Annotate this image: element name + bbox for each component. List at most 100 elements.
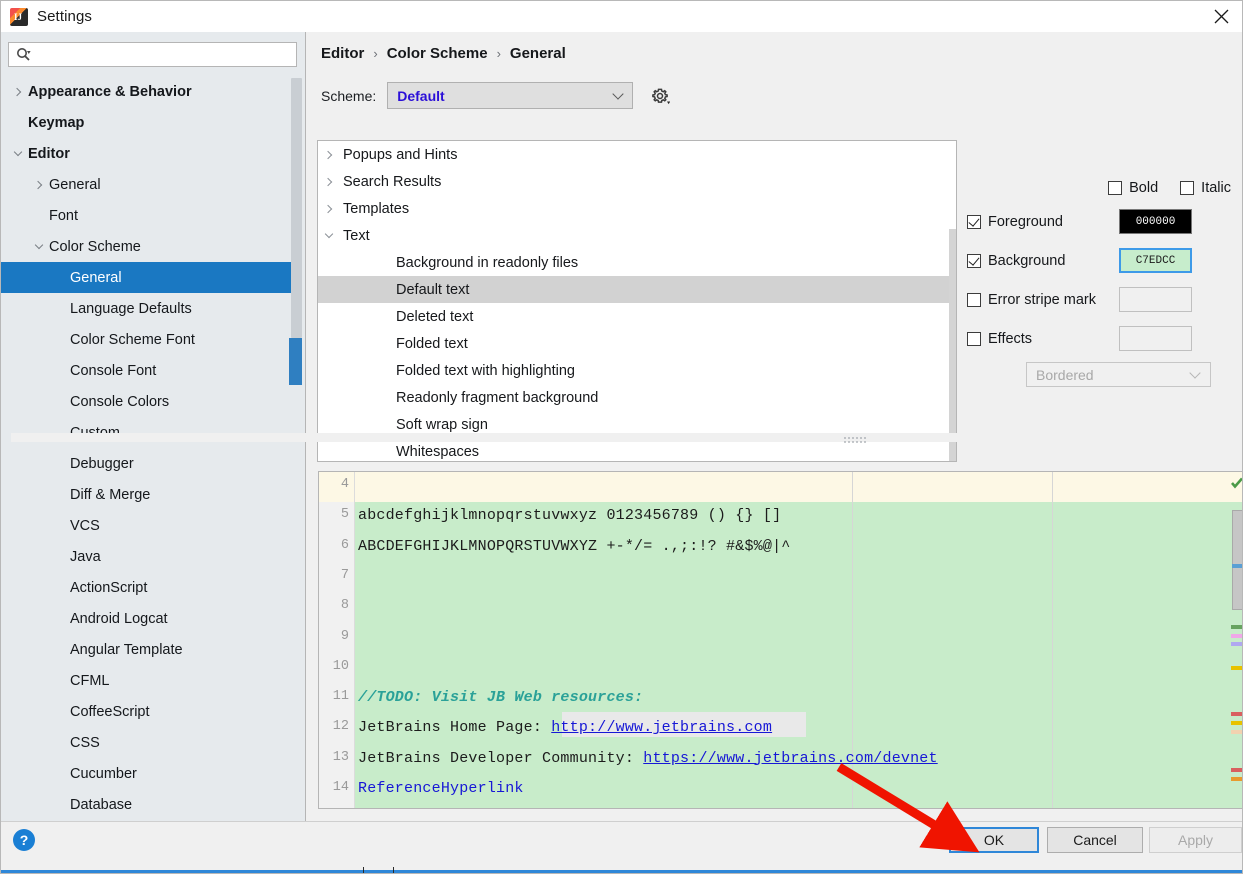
panel-splitter[interactable] (11, 433, 1238, 442)
sidebar-item-color-scheme[interactable]: Color Scheme (1, 231, 296, 262)
background-checkbox[interactable]: Background (967, 253, 1119, 269)
breadcrumb-item[interactable]: Editor (321, 45, 364, 62)
breadcrumb-item[interactable]: General (510, 45, 566, 62)
breadcrumb-item[interactable]: Color Scheme (387, 45, 488, 62)
chevron-right-icon[interactable] (10, 84, 26, 100)
apply-button[interactable]: Apply (1149, 827, 1242, 853)
background-checkbox-box (967, 253, 981, 268)
stripe-marker[interactable] (1231, 625, 1242, 629)
error-stripe-panel[interactable] (1231, 472, 1242, 808)
sidebar-item-appearance-behavior[interactable]: Appearance & Behavior (1, 76, 296, 107)
search-input[interactable] (35, 46, 275, 63)
sidebar-item-general[interactable]: General (1, 169, 296, 200)
ok-button[interactable]: OK (949, 827, 1039, 853)
stripe-marker[interactable] (1231, 768, 1242, 772)
option-label: Deleted text (396, 308, 474, 325)
option-row-text[interactable]: Text (318, 222, 956, 249)
background-color-swatch[interactable]: C7EDCC (1119, 248, 1192, 273)
option-row-search-results[interactable]: Search Results (318, 168, 956, 195)
foreground-checkbox[interactable]: Foreground (967, 214, 1119, 230)
bold-checkbox-box (1108, 181, 1123, 195)
option-row-deleted-text[interactable]: Deleted text (318, 303, 956, 330)
status-tick (393, 867, 394, 873)
sidebar-item-database[interactable]: Database (1, 789, 296, 820)
sidebar-item-vcs[interactable]: VCS (1, 510, 296, 541)
sidebar-scrollbar[interactable] (289, 78, 302, 820)
sidebar-item-font[interactable]: Font (1, 200, 296, 231)
scheme-select[interactable]: Default (387, 82, 634, 109)
effects-type-select[interactable]: Bordered (1026, 362, 1211, 387)
error-stripe-color-swatch[interactable] (1119, 287, 1192, 312)
code-hyperlink[interactable]: http://www.jetbrains.com (551, 719, 772, 736)
effects-checkbox[interactable]: Effects (967, 331, 1119, 347)
gear-icon[interactable] (650, 86, 671, 106)
chevron-down-icon[interactable] (318, 229, 340, 239)
option-label: Search Results (343, 173, 442, 190)
stripe-marker[interactable] (1231, 721, 1242, 725)
sidebar-item-editor[interactable]: Editor (1, 138, 296, 169)
sidebar-item-language-defaults[interactable]: Language Defaults (1, 293, 296, 324)
options-scrollbar-thumb[interactable] (949, 229, 956, 461)
effects-color-swatch[interactable] (1119, 326, 1192, 351)
sidebar-item-actionscript[interactable]: ActionScript (1, 572, 296, 603)
inspections-ok-check-icon[interactable] (1231, 476, 1242, 494)
sidebar-item-general[interactable]: General (1, 262, 296, 293)
sidebar-item-console-font[interactable]: Console Font (1, 355, 296, 386)
chevron-down-icon[interactable] (10, 146, 26, 162)
sidebar-item-keymap[interactable]: Keymap (1, 107, 296, 138)
line-number: 4 (340, 477, 349, 492)
chevron-down-icon[interactable] (31, 239, 47, 255)
sidebar-scrollbar-thumb[interactable] (291, 78, 302, 338)
right-margin-guide-2 (1052, 472, 1053, 808)
intellij-idea-icon: IJ (10, 7, 28, 26)
option-label: Popups and Hints (343, 146, 458, 163)
line-number: 14 (332, 780, 349, 795)
sidebar-item-angular-template[interactable]: Angular Template (1, 634, 296, 665)
stripe-marker[interactable] (1231, 642, 1242, 646)
chevron-right-icon[interactable] (318, 150, 340, 159)
options-scrollbar[interactable] (949, 229, 956, 461)
stripe-marker[interactable] (1231, 730, 1242, 734)
sidebar-item-css[interactable]: CSS (1, 727, 296, 758)
option-row-background-in-readonly-files[interactable]: Background in readonly files (318, 249, 956, 276)
sidebar-item-java[interactable]: Java (1, 541, 296, 572)
help-icon[interactable]: ? (13, 829, 35, 851)
sidebar-item-debugger[interactable]: Debugger (1, 448, 296, 479)
italic-checkbox[interactable]: Italic (1180, 180, 1231, 196)
stripe-marker[interactable] (1231, 666, 1242, 670)
sidebar-item-cfml[interactable]: CFML (1, 665, 296, 696)
cancel-button[interactable]: Cancel (1047, 827, 1143, 853)
code-text: JetBrains Developer Community: (358, 749, 644, 767)
option-row-templates[interactable]: Templates (318, 195, 956, 222)
option-row-default-text[interactable]: Default text (318, 276, 956, 303)
code-hyperlink[interactable]: https://www.jetbrains.com/devnet (643, 750, 937, 767)
bold-checkbox[interactable]: Bold (1108, 180, 1158, 196)
sidebar-item-android-logcat[interactable]: Android Logcat (1, 603, 296, 634)
italic-checkbox-box (1180, 181, 1195, 195)
sidebar-item-color-scheme-font[interactable]: Color Scheme Font (1, 324, 296, 355)
option-row-readonly-fragment-background[interactable]: Readonly fragment background (318, 384, 956, 411)
chevron-right-icon[interactable] (31, 177, 47, 193)
sidebar-item-label: Appearance & Behavior (28, 83, 192, 100)
sidebar-item-diff-merge[interactable]: Diff & Merge (1, 479, 296, 510)
sidebar-item-coffeescript[interactable]: CoffeeScript (1, 696, 296, 727)
close-icon[interactable] (1198, 1, 1242, 32)
stripe-marker[interactable] (1231, 634, 1242, 638)
sidebar-item-cucumber[interactable]: Cucumber (1, 758, 296, 789)
chevron-right-icon[interactable] (318, 177, 340, 186)
stripe-marker[interactable] (1231, 712, 1242, 716)
sidebar-item-label: Keymap (28, 114, 85, 131)
option-row-folded-text[interactable]: Folded text (318, 330, 956, 357)
foreground-color-swatch[interactable]: 000000 (1119, 209, 1192, 234)
option-row-popups-and-hints[interactable]: Popups and Hints (318, 141, 956, 168)
search-field[interactable] (8, 42, 297, 67)
preview-scrollbar-thumb[interactable] (1232, 510, 1242, 610)
stripe-marker[interactable] (1231, 777, 1242, 781)
editor-preview[interactable]: 4 5 abcdefghijklmnopqrstuvwxyz 0123456789 … (318, 471, 1242, 809)
sidebar-item-console-colors[interactable]: Console Colors (1, 386, 296, 417)
chevron-right-icon[interactable] (318, 204, 340, 213)
code-line: //TODO: Visit JB Web resources: (358, 689, 643, 706)
option-row-folded-text-with-highlighting[interactable]: Folded text with highlighting (318, 357, 956, 384)
sidebar-item-label: General (70, 269, 122, 286)
error-stripe-checkbox[interactable]: Error stripe mark (967, 292, 1119, 308)
